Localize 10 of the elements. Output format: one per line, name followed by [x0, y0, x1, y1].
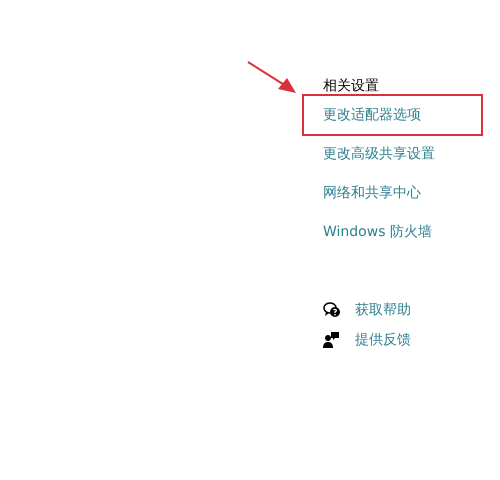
- annotation-arrow: [246, 60, 298, 96]
- section-heading: 相关设置: [323, 77, 379, 95]
- settings-link[interactable]: 网络和共享中心: [323, 184, 421, 202]
- help-link[interactable]: 提供反馈: [355, 331, 411, 349]
- help-link[interactable]: 获取帮助: [355, 301, 411, 319]
- settings-link[interactable]: 更改适配器选项: [323, 106, 421, 124]
- settings-link[interactable]: Windows 防火墙: [323, 222, 432, 240]
- feedback-person-icon: [323, 332, 339, 348]
- settings-link[interactable]: 更改高级共享设置: [323, 144, 435, 162]
- help-chat-icon: [323, 302, 341, 318]
